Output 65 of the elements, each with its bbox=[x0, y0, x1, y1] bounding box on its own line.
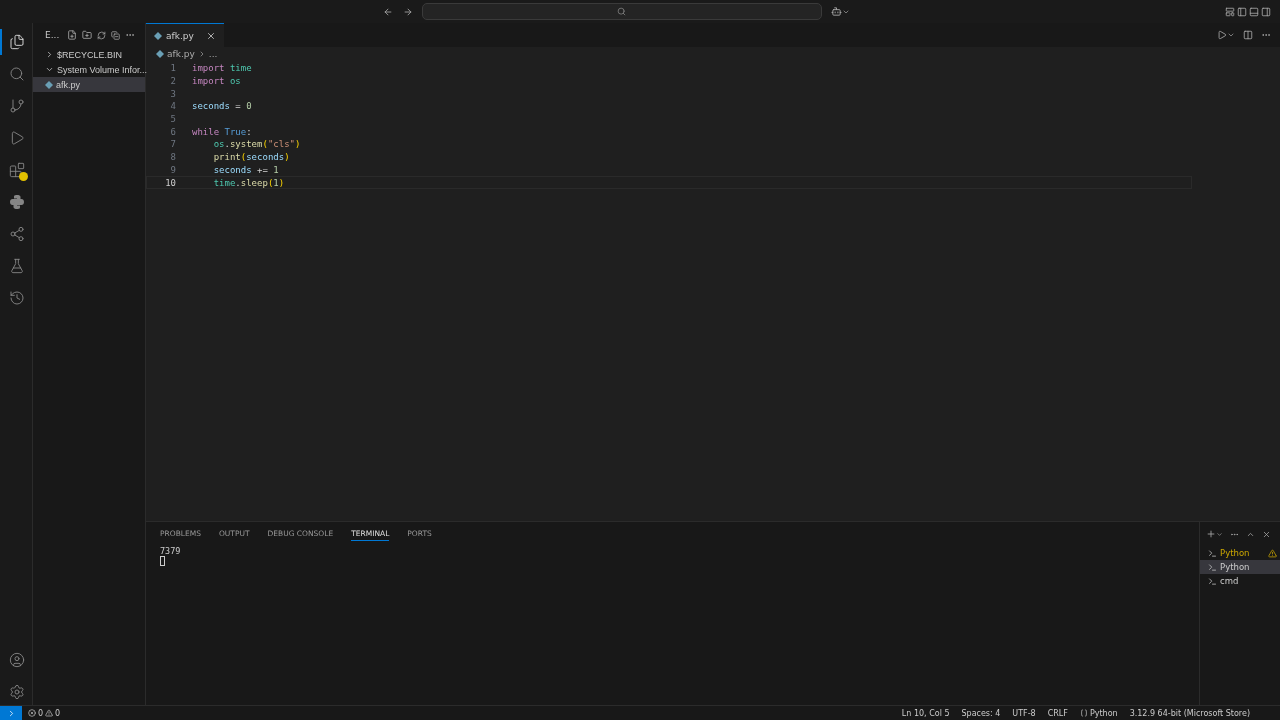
line-number: 5 bbox=[169, 114, 176, 125]
code-line: os.system("cls") bbox=[212, 139, 301, 150]
panel-right-icon[interactable] bbox=[1260, 5, 1272, 18]
python-file-icon bbox=[154, 31, 162, 40]
terminal-icon bbox=[1208, 562, 1217, 572]
warning-icon bbox=[1268, 548, 1277, 558]
breadcrumb-item[interactable]: ... bbox=[208, 49, 218, 59]
file-item[interactable]: afk.py bbox=[33, 77, 145, 92]
code-editor[interactable]: 1 import time 2 import os 3 4 seconds = 0 5 6 while True: 7 os.system("cls") 8 print(seconds) 9 seconds += 1 10 time.sleep(1) bbox=[146, 61, 1280, 521]
panel-bottom-icon[interactable] bbox=[1248, 5, 1260, 18]
code-line: time.sleep(1) bbox=[212, 177, 285, 188]
status-item[interactable]: Ln 10, Col 5 bbox=[901, 708, 950, 718]
braces-icon bbox=[1079, 709, 1088, 717]
folder-item[interactable]: $RECYCLE.BIN bbox=[33, 47, 145, 62]
add-icon[interactable] bbox=[1205, 528, 1224, 540]
line-number: 7 bbox=[169, 139, 176, 150]
status-item[interactable]: CRLF bbox=[1047, 708, 1068, 718]
collapse-icon[interactable] bbox=[110, 29, 122, 41]
code-line: import os bbox=[192, 76, 241, 87]
search-icon bbox=[617, 7, 626, 16]
errors-status[interactable]: 0 bbox=[28, 708, 44, 718]
warning-icon bbox=[45, 709, 54, 717]
new-folder-icon[interactable] bbox=[81, 29, 94, 41]
terminal-icon bbox=[1208, 548, 1217, 558]
code-line: while True: bbox=[192, 126, 252, 137]
line-number: 2 bbox=[169, 76, 176, 87]
error-icon bbox=[28, 709, 36, 717]
explorer-title: E... bbox=[45, 30, 60, 40]
warnings-status[interactable]: 0 bbox=[45, 708, 61, 718]
bot-icon[interactable] bbox=[829, 5, 851, 18]
status-item[interactable]: Spaces: 4 bbox=[961, 708, 1001, 718]
breadcrumb-item[interactable]: afk.py bbox=[167, 49, 195, 59]
line-number: 10 bbox=[164, 177, 176, 188]
python-file-icon bbox=[156, 50, 164, 58]
line-number: 3 bbox=[169, 88, 176, 99]
terminal-cursor bbox=[160, 556, 165, 566]
terminal-output: 7379 bbox=[160, 546, 182, 556]
interpreter-status[interactable]: 3.12.9 64-bit (Microsoft Store) bbox=[1129, 708, 1250, 718]
status-item[interactable]: UTF-8 bbox=[1012, 708, 1036, 718]
chevron-right-icon[interactable] bbox=[45, 50, 54, 59]
panel-left-icon[interactable] bbox=[1236, 5, 1248, 18]
terminal-item[interactable]: Python bbox=[1200, 560, 1280, 574]
line-number: 8 bbox=[169, 152, 176, 163]
editor-tab[interactable]: afk.py bbox=[146, 23, 224, 47]
python-file-icon bbox=[45, 80, 53, 89]
layout-icon[interactable] bbox=[1224, 5, 1236, 18]
line-number: 4 bbox=[169, 101, 176, 112]
code-line: import time bbox=[192, 63, 252, 74]
code-line: seconds += 1 bbox=[212, 164, 279, 175]
close-icon[interactable] bbox=[206, 30, 216, 41]
refresh-icon[interactable] bbox=[96, 29, 108, 41]
line-number: 1 bbox=[169, 63, 176, 74]
terminal-item[interactable]: Python bbox=[1200, 546, 1280, 560]
new-file-icon[interactable] bbox=[66, 29, 79, 41]
code-line: print(seconds) bbox=[212, 152, 290, 163]
run-icon[interactable] bbox=[1216, 29, 1236, 41]
terminal-item[interactable]: cmd bbox=[1200, 574, 1280, 588]
language-status[interactable]: Python bbox=[1079, 708, 1118, 718]
chevron-down-icon[interactable] bbox=[45, 65, 54, 74]
split-icon[interactable] bbox=[1242, 29, 1254, 41]
folder-item[interactable]: System Volume Infor... bbox=[33, 62, 145, 77]
terminal-icon bbox=[1208, 576, 1217, 586]
line-number: 6 bbox=[169, 126, 176, 137]
line-number: 9 bbox=[169, 164, 176, 175]
code-line: seconds = 0 bbox=[192, 101, 252, 112]
